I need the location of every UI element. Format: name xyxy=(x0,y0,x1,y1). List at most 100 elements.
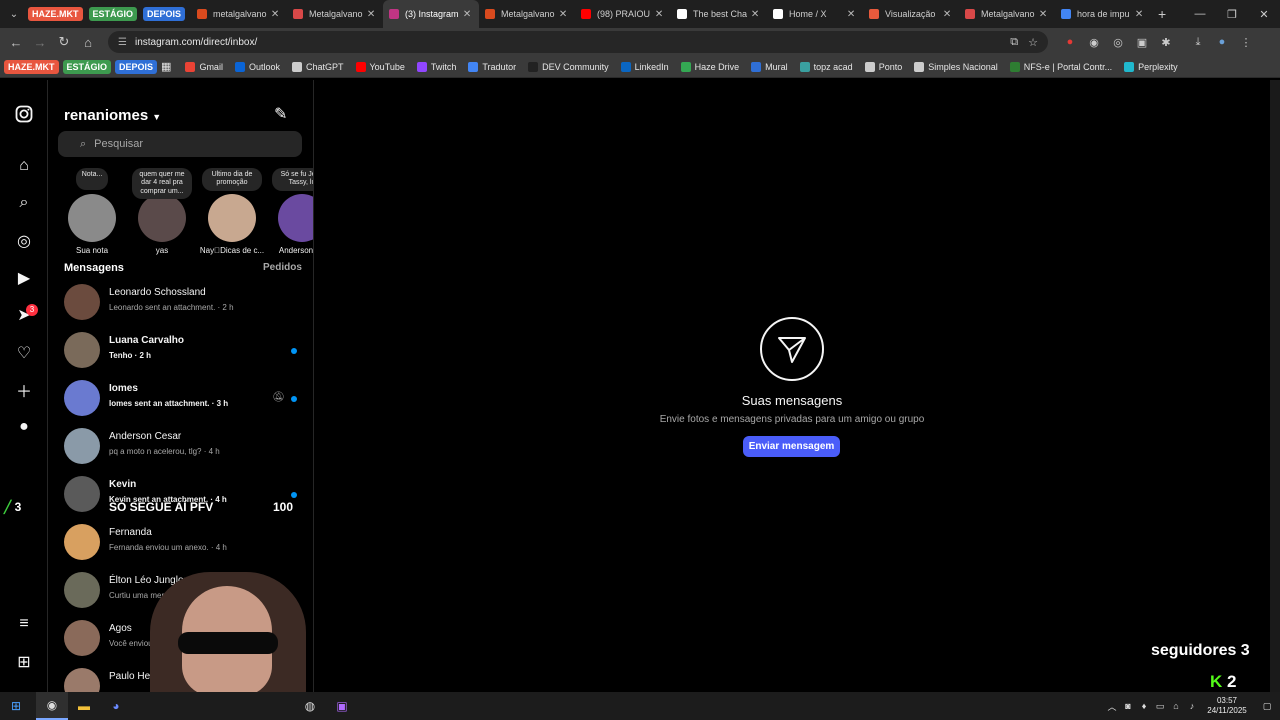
taskbar-clock[interactable]: 03:57 24/11/2025 xyxy=(1200,696,1254,716)
chrome-taskbar-icon[interactable]: ◉ xyxy=(36,692,68,720)
thread-row[interactable]: Luana Carvalho Tenho · 2 h xyxy=(48,326,313,374)
profile-avatar-icon[interactable]: ● xyxy=(14,417,34,437)
obs-taskbar-icon[interactable]: ◍ xyxy=(294,692,326,720)
browser-tab[interactable]: Metalgalvano ✕ xyxy=(287,0,383,28)
profile-avatar-icon[interactable]: ● xyxy=(1210,36,1234,48)
reels-icon[interactable]: ▶ xyxy=(14,268,34,288)
browser-tab[interactable]: Metalgalvano ✕ xyxy=(479,0,575,28)
tab-title: (98) PRAIOU xyxy=(597,9,651,19)
close-tab-icon[interactable]: ✕ xyxy=(461,9,473,20)
bookmark-item[interactable]: Simples Nacional xyxy=(914,61,998,72)
browser-menu-icon[interactable]: ⋮ xyxy=(1234,36,1258,49)
apps-grid-icon[interactable]: ▦ xyxy=(161,60,171,73)
bookmark-item[interactable]: Tradutor xyxy=(468,61,516,72)
thread-row[interactable]: Iomes Iomes sent an attachment. · 3 h 🔕︎ xyxy=(48,374,313,422)
start-menu-icon[interactable]: ⊞ xyxy=(0,692,32,720)
discord-tray-icon[interactable]: ◙ xyxy=(1120,701,1136,711)
explore-icon[interactable]: ◎ xyxy=(14,231,34,251)
compose-icon[interactable]: ✎ xyxy=(274,104,287,124)
bookmark-group-chip[interactable]: DEPOIS xyxy=(115,59,158,74)
bookmark-item[interactable]: Outlook xyxy=(234,61,280,72)
close-tab-icon[interactable]: ✕ xyxy=(365,9,377,20)
create-plus-icon[interactable]: ＋ xyxy=(14,380,34,401)
instagram-logo-icon[interactable] xyxy=(14,104,34,124)
bookmark-group-chip[interactable]: HAZE.MKT xyxy=(4,59,59,74)
app-taskbar-icon[interactable]: ◕ xyxy=(100,692,132,720)
send-message-button[interactable]: Enviar mensagem xyxy=(743,436,840,457)
extensions-puzzle-icon[interactable]: ✱ xyxy=(1154,36,1178,49)
tray-expand-icon[interactable]: ︿ xyxy=(1104,700,1120,713)
browser-tab[interactable]: (3) Instagram ✕ xyxy=(383,0,480,28)
extension-red-icon[interactable]: ● xyxy=(1058,36,1082,48)
bookmark-item[interactable]: Haze Drive xyxy=(680,61,739,72)
site-info-icon[interactable]: ☰ xyxy=(118,37,127,48)
bookmark-item[interactable]: Twitch xyxy=(416,61,456,72)
thread-row[interactable]: Fernanda Fernanda enviou um anexo. · 4 h xyxy=(48,518,313,566)
address-bar[interactable]: ☰ instagram.com/direct/inbox/ ⧉ ☆ xyxy=(108,31,1048,53)
home-icon[interactable]: ⌂ xyxy=(14,156,34,176)
search-icon[interactable]: ⌕ xyxy=(14,193,34,213)
bookmark-item[interactable]: Perplexity xyxy=(1124,61,1178,72)
close-tab-icon[interactable]: ✕ xyxy=(749,9,761,20)
file-explorer-icon[interactable]: ▬ xyxy=(68,692,100,720)
thread-preview: Leonardo sent an attachment. · 2 h xyxy=(109,303,234,312)
bookmark-item[interactable]: NFS-e | Portal Contr... xyxy=(1009,61,1112,72)
network-tray-icon[interactable]: ⌂ xyxy=(1168,701,1184,711)
restore-icon[interactable]: ❐ xyxy=(1216,8,1248,21)
close-window-icon[interactable]: ✕ xyxy=(1248,8,1280,21)
bookmark-group-chip[interactable]: ESTÁGIO xyxy=(62,59,112,74)
account-switcher[interactable]: renaniomes ▼ xyxy=(64,107,161,124)
new-tab-button[interactable]: + xyxy=(1151,6,1173,22)
bookmark-item[interactable]: Ponto xyxy=(864,61,902,72)
requests-link[interactable]: Pedidos xyxy=(263,262,302,273)
bookmark-item[interactable]: topz acad xyxy=(799,61,853,72)
close-tab-icon[interactable]: ✕ xyxy=(269,9,281,20)
more-menu-icon[interactable]: ≡ xyxy=(14,614,34,634)
tab-search-icon[interactable]: ⌄ xyxy=(0,0,28,28)
notifications-heart-icon[interactable]: ♡ xyxy=(14,343,34,363)
forward-icon[interactable]: → xyxy=(28,35,52,50)
browser-tab[interactable]: (98) PRAIOU ✕ xyxy=(575,0,671,28)
close-tab-icon[interactable]: ✕ xyxy=(941,9,953,20)
tab-group-chip[interactable]: HAZE.MKT xyxy=(28,7,83,21)
page-scrollbar[interactable] xyxy=(1270,80,1280,692)
close-tab-icon[interactable]: ✕ xyxy=(845,9,857,20)
back-icon[interactable]: ← xyxy=(4,35,28,50)
search-input[interactable]: ⌕ Pesquisar xyxy=(58,131,302,157)
battery-tray-icon[interactable]: ▭ xyxy=(1152,701,1168,712)
extension-box-icon[interactable]: ▣ xyxy=(1130,36,1154,49)
close-tab-icon[interactable]: ✕ xyxy=(1133,9,1145,20)
close-tab-icon[interactable]: ✕ xyxy=(653,9,665,20)
browser-tab[interactable]: Visualização ✕ xyxy=(863,0,959,28)
minimize-icon[interactable]: — xyxy=(1184,8,1216,21)
bookmark-item[interactable]: LinkedIn xyxy=(620,61,669,72)
extension-target-icon[interactable]: ◎ xyxy=(1106,36,1130,49)
extension-camera-icon[interactable]: ◉ xyxy=(1082,36,1106,49)
mic-tray-icon[interactable]: ♦ xyxy=(1136,701,1152,711)
bookmark-star-icon[interactable]: ☆ xyxy=(1028,36,1038,49)
install-app-icon[interactable]: ⧉ xyxy=(1010,36,1018,49)
bookmark-item[interactable]: Gmail xyxy=(185,61,223,72)
tab-group-chip[interactable]: DEPOIS xyxy=(143,7,186,21)
close-tab-icon[interactable]: ✕ xyxy=(1037,9,1049,20)
browser-tab[interactable]: Home / X ✕ xyxy=(767,0,863,28)
home-icon[interactable]: ⌂ xyxy=(76,35,100,50)
app-purple-taskbar-icon[interactable]: ▣ xyxy=(326,692,358,720)
bookmark-item[interactable]: YouTube xyxy=(355,61,405,72)
browser-tab[interactable]: The best Cha ✕ xyxy=(671,0,767,28)
tab-group-chip[interactable]: ESTÁGIO xyxy=(88,7,138,21)
browser-tab[interactable]: Metalgalvano ✕ xyxy=(959,0,1055,28)
bookmark-item[interactable]: DEV Community xyxy=(528,61,609,72)
thread-row[interactable]: Leonardo Schossland Leonardo sent an atta… xyxy=(48,278,313,326)
volume-tray-icon[interactable]: ♪ xyxy=(1184,701,1200,711)
download-icon[interactable]: ⤓ xyxy=(1186,36,1210,49)
thread-row[interactable]: Anderson Cesar pq a moto n acelerou, tlg?… xyxy=(48,422,313,470)
browser-tab[interactable]: hora de impu ✕ xyxy=(1055,0,1151,28)
reload-icon[interactable]: ↻ xyxy=(52,34,76,50)
notification-center-icon[interactable]: ▢ xyxy=(1254,701,1280,712)
close-tab-icon[interactable]: ✕ xyxy=(557,9,569,20)
browser-tab[interactable]: metalgalvano ✕ xyxy=(191,0,287,28)
bookmark-item[interactable]: Mural xyxy=(751,61,788,72)
also-from-meta-icon[interactable]: ⊞ xyxy=(14,652,34,672)
bookmark-item[interactable]: ChatGPT xyxy=(291,61,344,72)
